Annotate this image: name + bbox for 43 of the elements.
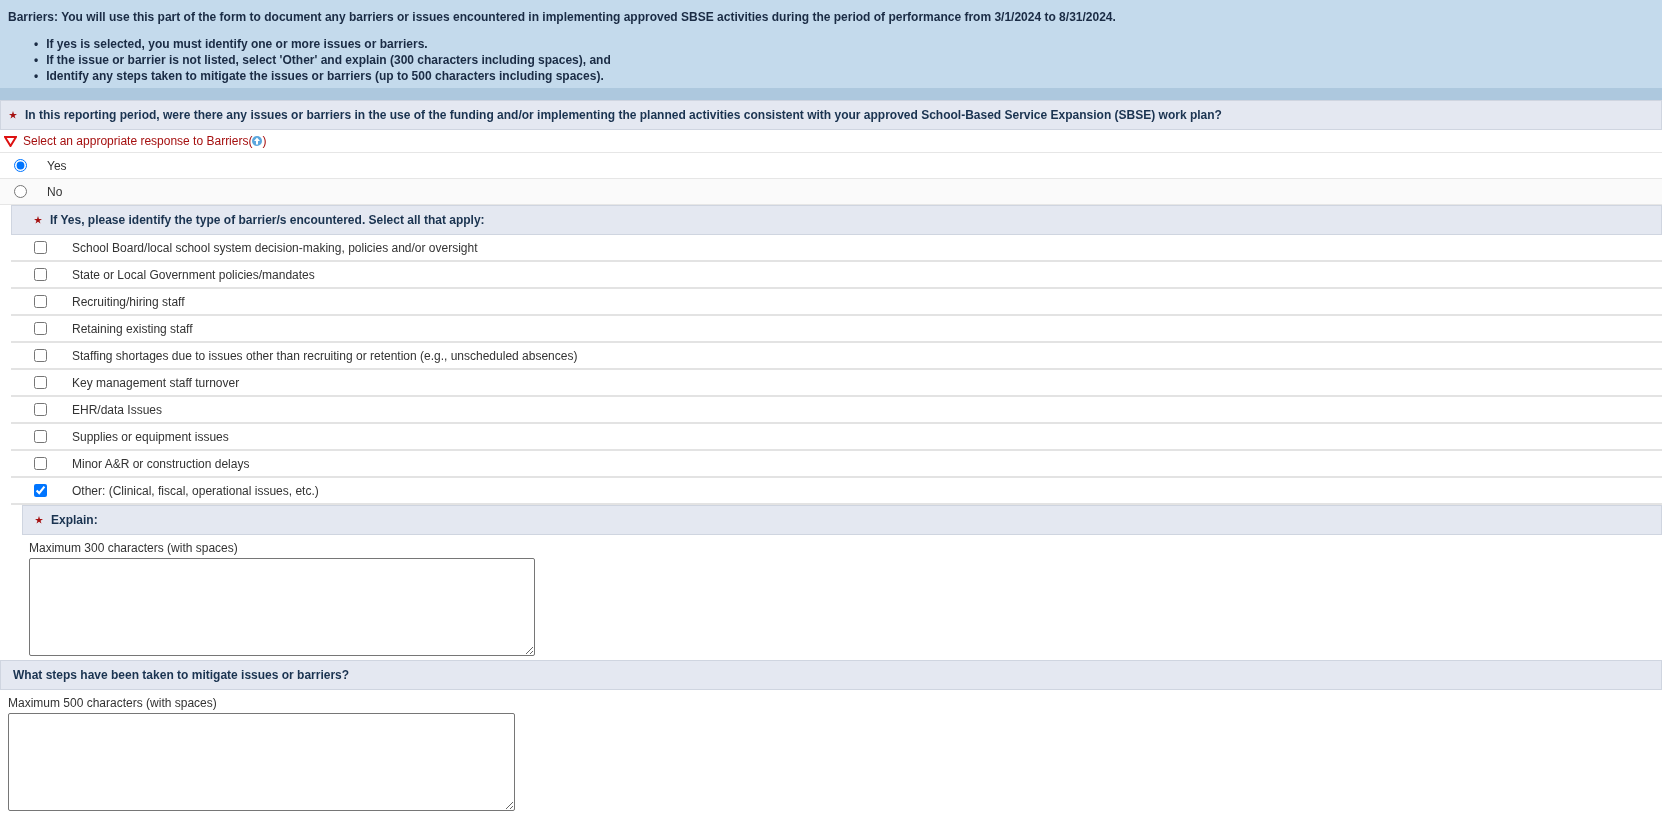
bullet-icon: •: [34, 68, 39, 84]
checkbox-label[interactable]: Retaining existing staff: [72, 319, 193, 338]
mitigation-field[interactable]: [8, 713, 515, 811]
radio-button[interactable]: [14, 185, 27, 198]
bullet-icon: •: [34, 52, 39, 68]
bullet-item: If the issue or barrier is not listed, select 'Other' and explain (300 characters including spaces), and: [46, 52, 611, 68]
checkbox[interactable]: [34, 457, 47, 470]
hint-text: Maximum 300 characters (with spaces): [29, 540, 238, 557]
option-label[interactable]: No: [47, 182, 63, 201]
bullet-icon: •: [34, 36, 39, 52]
bullet-item: Identify any steps taken to mitigate the issues or barriers (up to 500 characters including spaces).: [46, 68, 604, 84]
heading-text: What steps have been taken to mitigate issues or barriers?: [13, 667, 350, 684]
checkbox-label[interactable]: State or Local Government policies/mandates: [72, 265, 315, 284]
heading-text: In this reporting period, were there any issues or barriers in the use of the funding and/or implementing the planned activities consistent with your approved School-Based Service Expansion (SBSE) work plan?: [25, 107, 1222, 124]
validation-message: ): [262, 133, 267, 150]
checkbox[interactable]: [34, 349, 47, 362]
checkbox-label[interactable]: Recruiting/hiring staff: [72, 292, 185, 311]
checkbox[interactable]: [34, 295, 47, 308]
heading-text: If Yes, please identify the type of barrier/s encountered. Select all that apply:: [50, 212, 485, 229]
checkbox-label[interactable]: Supplies or equipment issues: [72, 427, 229, 446]
option-label[interactable]: Yes: [47, 156, 67, 175]
help-icon[interactable]: [252, 136, 263, 146]
checkbox[interactable]: [34, 403, 47, 416]
checkbox[interactable]: [34, 484, 47, 497]
hint-text: Maximum 500 characters (with spaces): [8, 695, 217, 712]
radio-button[interactable]: [14, 159, 27, 172]
checkbox-label[interactable]: Staffing shortages due to issues other than recruiting or retention (e.g., unscheduled absences): [72, 346, 578, 365]
warning-icon: [4, 135, 17, 147]
checkbox-label[interactable]: School Board/local school system decision-making, policies and/or oversight: [72, 238, 478, 257]
bullet-item: If yes is selected, you must identify one or more issues or barriers.: [46, 36, 428, 52]
checkbox[interactable]: [34, 430, 47, 443]
explain-field[interactable]: [29, 558, 535, 656]
checkbox[interactable]: [34, 376, 47, 389]
checkbox[interactable]: [34, 322, 47, 335]
checkbox[interactable]: [34, 268, 47, 281]
checkbox-label[interactable]: Key management staff turnover: [72, 373, 240, 392]
checkbox[interactable]: [34, 241, 47, 254]
validation-message: Select an appropriate response to Barriers(: [23, 133, 253, 150]
checkbox-label[interactable]: Other: (Clinical, fiscal, operational issues, etc.): [72, 481, 319, 500]
checkbox-label[interactable]: Minor A&R or construction delays: [72, 454, 250, 473]
heading-text: Explain:: [51, 512, 98, 529]
checkbox-label[interactable]: EHR/data Issues: [72, 400, 163, 419]
intro-text: Barriers: You will use this part of the form to document any barriers or issues encountered in implementing approved SBSE activities during the period of performance from 3/1/2024 to 8/31/2024.: [7, 9, 1117, 26]
